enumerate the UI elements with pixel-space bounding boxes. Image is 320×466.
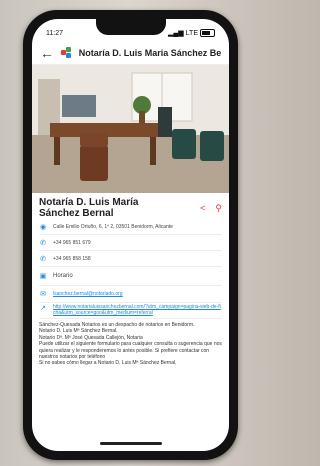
- calendar-icon: ▣: [39, 273, 47, 280]
- office-photo-illustration: [32, 65, 229, 193]
- notch: [96, 19, 166, 35]
- back-arrow-icon[interactable]: ←: [40, 46, 54, 60]
- app-header: ← Notaría D. Luis Maria Sánchez Bernal: [32, 41, 229, 65]
- status-icons: ▂▄▆ LTE: [168, 29, 215, 37]
- phone-1-text: +34 965 851 679: [53, 239, 91, 246]
- home-indicator[interactable]: [100, 442, 162, 445]
- page-title: Notaría D. Luis Maria Sánchez Bernal: [78, 47, 221, 58]
- description-line: Si no sabes cómo llegar a Notario D. Lui…: [39, 360, 177, 367]
- description-line: Puede utilizar el siguiente formulario p…: [39, 341, 222, 361]
- app-screen: 11:27 ▂▄▆ LTE ← Notaría D. Luis Maria Sá…: [32, 19, 229, 451]
- place-actions: < ⚲: [200, 203, 222, 214]
- place-details: Notaría D. Luis María Sánchez Bernal < ⚲…: [32, 193, 229, 367]
- website-row[interactable]: ↗ http://www.notarialuissanchezbernal.co…: [39, 303, 222, 319]
- battery-icon: [200, 29, 215, 37]
- description: Sánchez-Quesada Notarios es un despacho …: [39, 319, 222, 367]
- website-link[interactable]: http://www.notarialuissanchezbernal.com/…: [53, 304, 222, 316]
- phone-2-text: +34 965 858 158: [53, 255, 91, 262]
- address-row[interactable]: ◉ Calle Emilio Ortuño, 6, 1º 2, 03501 Be…: [39, 219, 222, 235]
- hours-label: Horario: [53, 273, 73, 279]
- email-link[interactable]: lsanchez.bernal@notariado.org: [53, 291, 123, 297]
- app-logo-icon: [61, 46, 72, 59]
- address-text: Calle Emilio Ortuño, 6, 1º 2, 03501 Beni…: [53, 223, 173, 230]
- signal-icon: ▂▄▆: [167, 30, 184, 37]
- status-time: 11:27: [46, 29, 63, 37]
- phone-icon: ✆: [40, 239, 46, 247]
- place-name: Notaría D. Luis María Sánchez Bernal: [39, 197, 139, 219]
- phone-icon: ✆: [40, 255, 46, 263]
- hours-row[interactable]: ▣ Horario: [39, 267, 222, 286]
- external-link-icon: ↗: [40, 305, 46, 312]
- place-title-row: Notaría D. Luis María Sánchez Bernal < ⚲: [39, 197, 222, 219]
- network-label: LTE: [185, 29, 198, 37]
- email-row[interactable]: ✉ lsanchez.bernal@notariado.org: [39, 286, 222, 303]
- phone-row-2[interactable]: ✆ +34 965 858 158: [39, 251, 222, 267]
- place-photo: [32, 65, 229, 193]
- email-icon: ✉: [40, 291, 46, 298]
- map-pin-icon[interactable]: ⚲: [215, 203, 222, 214]
- phone-frame: 11:27 ▂▄▆ LTE ← Notaría D. Luis Maria Sá…: [23, 10, 238, 460]
- location-icon: ◉: [39, 223, 47, 231]
- phone-row-1[interactable]: ✆ +34 965 851 679: [39, 235, 222, 251]
- share-icon[interactable]: <: [200, 203, 205, 214]
